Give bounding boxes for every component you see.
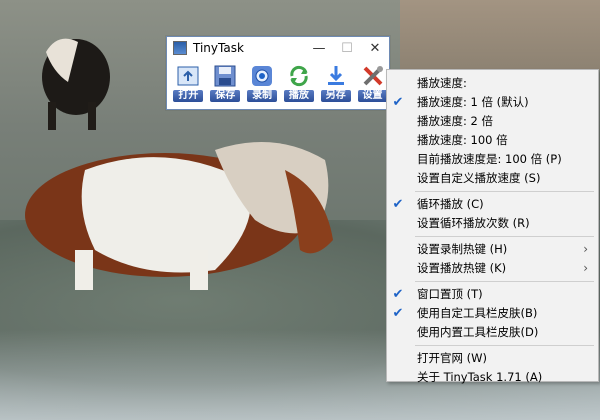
- menu-item-18[interactable]: 关于 TinyTask 1.71 (A): [387, 368, 598, 387]
- menu-item-15[interactable]: 使用内置工具栏皮肤(D): [387, 323, 598, 342]
- settings-context-menu: 播放速度: ✔ 播放速度: 1 倍 (默认) 播放速度: 2 倍播放速度: 100 倍…: [386, 69, 599, 384]
- menu-item-14[interactable]: ✔ 使用自定工具栏皮肤(B): [387, 304, 598, 323]
- maximize-button[interactable]: ☐: [333, 37, 361, 59]
- menu-separator: [415, 281, 594, 282]
- menu-item-17[interactable]: 打开官网 (W): [387, 349, 598, 368]
- menu-item-label: 循环播放 (C): [417, 197, 484, 211]
- checkmark-icon: ✔: [392, 95, 404, 110]
- menu-item-10[interactable]: 设置录制热键 (H) ›: [387, 240, 598, 259]
- menu-item-label: 设置自定义播放速度 (S): [417, 171, 541, 185]
- menu-separator: [415, 236, 594, 237]
- submenu-arrow-icon: ›: [583, 261, 588, 275]
- export-icon: [327, 66, 344, 85]
- menu-item-label: 使用自定工具栏皮肤(B): [417, 306, 538, 320]
- checkmark-icon: ✔: [392, 306, 404, 321]
- menu-item-3[interactable]: 播放速度: 100 倍: [387, 131, 598, 150]
- menu-item-2[interactable]: 播放速度: 2 倍: [387, 112, 598, 131]
- menu-item-7[interactable]: ✔ 循环播放 (C): [387, 195, 598, 214]
- close-button[interactable]: ✕: [361, 37, 389, 59]
- save-icon: [214, 65, 236, 87]
- open-icon: [177, 66, 199, 86]
- menu-item-8[interactable]: 设置循环播放次数 (R): [387, 214, 598, 233]
- settings-button[interactable]: 设置: [356, 63, 389, 103]
- menu-item-label: 关于 TinyTask 1.71 (A): [417, 370, 543, 384]
- record-label: 录制: [247, 90, 278, 102]
- menu-item-label: 设置录制热键 (H): [417, 242, 508, 256]
- menu-item-5[interactable]: 设置自定义播放速度 (S): [387, 169, 598, 188]
- menu-separator: [415, 345, 594, 346]
- toolbar: 打开 保存 录制 播放 另存 设置: [167, 59, 389, 103]
- tools-icon: [363, 66, 383, 86]
- menu-item-label: 设置循环播放次数 (R): [417, 216, 530, 230]
- submenu-arrow-icon: ›: [583, 242, 588, 256]
- menu-item-label: 播放速度: 1 倍 (默认): [417, 95, 529, 109]
- checkmark-icon: ✔: [392, 197, 404, 212]
- menu-item-label: 播放速度:: [417, 76, 467, 90]
- pony-icon: [25, 142, 333, 290]
- record-icon: [252, 66, 273, 86]
- saveas-button[interactable]: 另存: [319, 63, 352, 103]
- title-bar[interactable]: TinyTask — ☐ ✕: [167, 37, 389, 59]
- menu-item-0: 播放速度:: [387, 74, 598, 93]
- menu-item-1[interactable]: ✔ 播放速度: 1 倍 (默认): [387, 93, 598, 112]
- menu-item-label: 播放速度: 100 倍: [417, 133, 508, 147]
- menu-item-label: 播放速度: 2 倍: [417, 114, 494, 128]
- save-label: 保存: [210, 90, 241, 102]
- menu-item-label: 窗口置顶 (T): [417, 287, 483, 301]
- save-button[interactable]: 保存: [209, 63, 242, 103]
- open-button[interactable]: 打开: [172, 63, 205, 103]
- checkmark-icon: ✔: [392, 287, 404, 302]
- record-button[interactable]: 录制: [246, 63, 279, 103]
- menu-item-label: 目前播放速度是: 100 倍 (P): [417, 152, 562, 166]
- open-label: 打开: [173, 90, 204, 102]
- play-button[interactable]: 播放: [282, 63, 315, 103]
- minimize-button[interactable]: —: [305, 37, 333, 59]
- background-hillside: [400, 0, 600, 70]
- tinytask-window: TinyTask — ☐ ✕ 打开 保存 录制 播放 另存 设置: [166, 36, 390, 110]
- background-pony-icon: [42, 38, 110, 130]
- menu-separator: [415, 191, 594, 192]
- menu-item-4[interactable]: 目前播放速度是: 100 倍 (P): [387, 150, 598, 169]
- saveas-label: 另存: [320, 90, 351, 102]
- window-title: TinyTask: [193, 41, 244, 55]
- play-label: 播放: [283, 90, 314, 102]
- settings-label: 设置: [357, 90, 388, 102]
- menu-item-label: 设置播放热键 (K): [417, 261, 507, 275]
- menu-item-13[interactable]: ✔ 窗口置顶 (T): [387, 285, 598, 304]
- app-icon: [173, 41, 187, 55]
- play-icon: [290, 65, 308, 87]
- menu-item-label: 使用内置工具栏皮肤(D): [417, 325, 539, 339]
- menu-item-11[interactable]: 设置播放热键 (K) ›: [387, 259, 598, 278]
- menu-item-label: 打开官网 (W): [417, 351, 487, 365]
